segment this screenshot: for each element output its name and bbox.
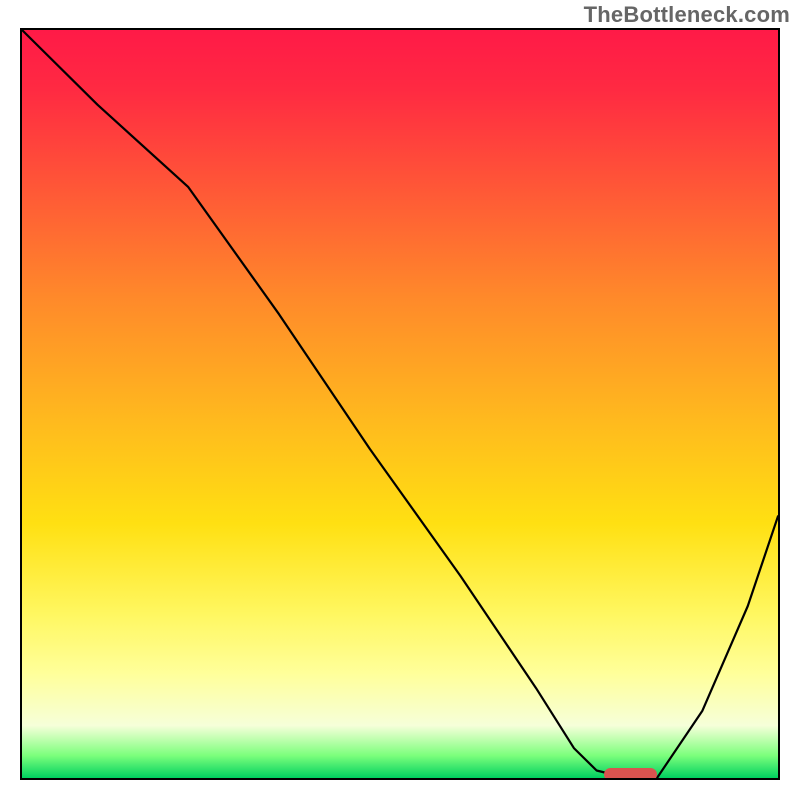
chart-frame: TheBottleneck.com — [0, 0, 800, 800]
optimal-marker — [604, 768, 657, 781]
plot-area — [20, 28, 780, 780]
watermark-text: TheBottleneck.com — [584, 2, 790, 28]
curve-line — [22, 30, 778, 778]
